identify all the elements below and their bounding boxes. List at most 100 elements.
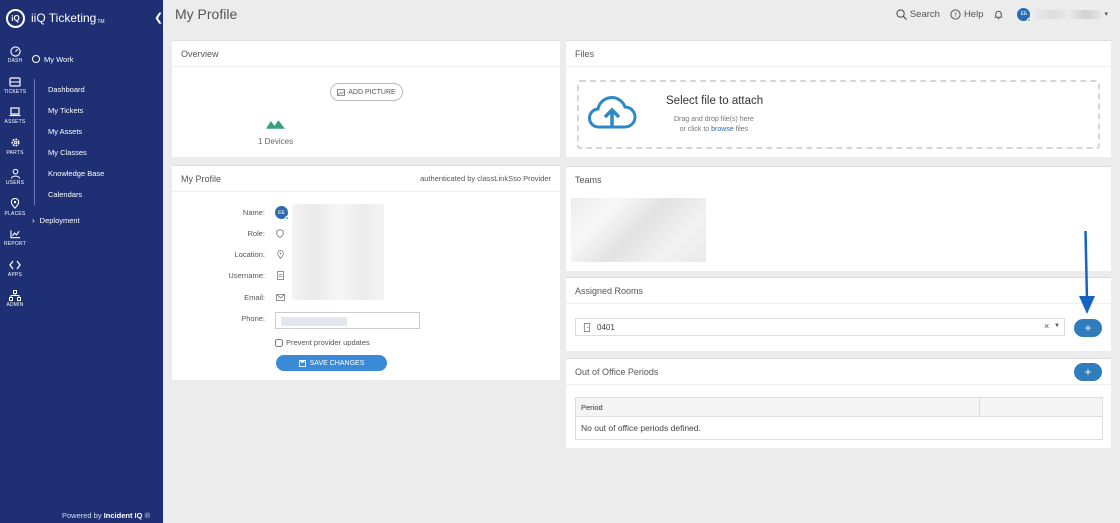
profile-title: My Profile bbox=[181, 173, 222, 184]
icon-rail: DASH TICKETS ASSETS PARTS USERS PLACES R… bbox=[0, 40, 30, 315]
out-of-office-panel: Out of Office Periods + Period No out of… bbox=[566, 358, 1111, 448]
rail-label: REPORT bbox=[4, 241, 26, 248]
teams-panel: Teams bbox=[566, 166, 1111, 271]
room-select[interactable]: 0401 bbox=[575, 318, 1065, 336]
code-icon bbox=[9, 260, 21, 270]
rail-label: TICKETS bbox=[3, 88, 27, 95]
nav-deployment[interactable]: › Deployment bbox=[30, 213, 163, 227]
room-value: 0401 bbox=[597, 322, 615, 332]
rail-places[interactable]: PLACES bbox=[0, 193, 30, 224]
app-logo[interactable]: iQ iiQ TicketingTM bbox=[6, 7, 105, 29]
user-avatar[interactable]: EE bbox=[1017, 7, 1032, 22]
search-label: Search bbox=[909, 8, 940, 20]
name-label: Name: bbox=[242, 208, 265, 217]
rail-dash[interactable]: DASH bbox=[0, 40, 30, 71]
chevron-right-icon: › bbox=[32, 215, 35, 225]
rail-label: ADMIN bbox=[6, 302, 24, 309]
shield-icon bbox=[275, 229, 285, 239]
image-icon bbox=[337, 88, 346, 96]
file-dropzone[interactable]: Select file to attach Drag and drop file… bbox=[577, 80, 1100, 149]
online-status-dot bbox=[285, 216, 289, 220]
phone-input[interactable] bbox=[275, 312, 420, 329]
rail-label: DASH bbox=[7, 58, 23, 65]
help-label: Help bbox=[963, 8, 984, 20]
user-icon bbox=[9, 168, 21, 179]
room-dropdown-caret-icon[interactable]: ▼ bbox=[1054, 323, 1060, 329]
nav-item-calendars[interactable]: Calendars bbox=[35, 184, 163, 205]
rail-label: PARTS bbox=[6, 149, 24, 156]
teams-title: Teams bbox=[575, 175, 602, 185]
profile-avatar: EE bbox=[275, 206, 289, 220]
online-status-dot bbox=[1027, 17, 1032, 22]
ooo-title: Out of Office Periods bbox=[575, 366, 659, 377]
add-out-of-office-button[interactable]: + bbox=[1074, 363, 1102, 381]
bell-icon bbox=[995, 10, 1003, 19]
help-icon: ? bbox=[950, 8, 961, 20]
dashboard-icon bbox=[9, 46, 21, 57]
rail-assets[interactable]: ASSETS bbox=[0, 101, 30, 132]
nav-deployment-label: Deployment bbox=[39, 215, 80, 225]
rail-users[interactable]: USERS bbox=[0, 162, 30, 193]
help-button[interactable]: ? Help bbox=[950, 8, 984, 20]
files-panel: Files Select file to attach Drag and dro… bbox=[566, 40, 1111, 157]
rail-apps[interactable]: APPS bbox=[0, 254, 30, 285]
rail-tickets[interactable]: TICKETS bbox=[0, 71, 30, 102]
files-header: Files bbox=[566, 41, 1111, 67]
collapse-sidebar-button[interactable]: ❮ bbox=[154, 11, 163, 24]
prevent-updates-label: Prevent provider updates bbox=[286, 338, 370, 347]
nav-my-work[interactable]: My Work bbox=[30, 52, 163, 66]
nav-item-my-assets[interactable]: My Assets bbox=[35, 121, 163, 142]
user-name-redacted[interactable] bbox=[1036, 9, 1103, 19]
files-title: Files bbox=[575, 48, 595, 59]
auth-note: authenticated by classLinkSso Provider bbox=[420, 174, 551, 183]
teams-header: Teams bbox=[566, 167, 1111, 193]
rail-report[interactable]: REPORT bbox=[0, 223, 30, 254]
rail-parts[interactable]: PARTS bbox=[0, 132, 30, 163]
org-chart-icon bbox=[9, 289, 21, 301]
dropzone-instructions: Drag and drop file(s) here or click to b… bbox=[674, 116, 754, 133]
chart-icon bbox=[9, 229, 21, 239]
nav-item-knowledge-base[interactable]: Knowledge Base bbox=[35, 163, 163, 184]
rooms-title: Assigned Rooms bbox=[575, 285, 644, 296]
actions-column-header bbox=[980, 398, 1102, 416]
notifications-button[interactable] bbox=[993, 9, 1007, 20]
overview-panel: Overview ADD PICTURE 1 Devices bbox=[172, 40, 560, 157]
cloud-upload-icon bbox=[588, 96, 637, 129]
location-pin-icon bbox=[275, 250, 285, 260]
my-profile-panel: My Profile authenticated by classLinkSso… bbox=[172, 165, 560, 380]
assigned-rooms-panel: Assigned Rooms 0401 × ▼ + bbox=[566, 277, 1111, 351]
add-room-button[interactable]: + bbox=[1074, 319, 1102, 337]
rail-label: USERS bbox=[5, 180, 25, 187]
gear-icon bbox=[9, 138, 21, 148]
door-icon bbox=[583, 322, 591, 332]
nav-item-my-classes[interactable]: My Classes bbox=[35, 142, 163, 163]
ooo-table-header: Period bbox=[576, 398, 1102, 417]
clear-room-button[interactable]: × bbox=[1044, 322, 1049, 331]
ooo-table: Period No out of office periods defined. bbox=[575, 397, 1103, 440]
prevent-updates-checkbox[interactable] bbox=[275, 338, 283, 347]
profile-header: My Profile authenticated by classLinkSso… bbox=[172, 166, 560, 192]
search-button[interactable]: Search bbox=[896, 9, 940, 20]
nav-submenu: Dashboard My Tickets My Assets My Classe… bbox=[34, 79, 163, 205]
overview-title: Overview bbox=[181, 48, 219, 59]
nav-my-work-label: My Work bbox=[44, 54, 74, 64]
save-icon bbox=[298, 359, 306, 367]
rail-label: APPS bbox=[7, 271, 23, 278]
laptop-icon bbox=[9, 107, 21, 117]
id-card-icon bbox=[275, 271, 285, 281]
nav-item-my-tickets[interactable]: My Tickets bbox=[35, 100, 163, 121]
caret-down-icon[interactable]: ▾ bbox=[1104, 10, 1108, 18]
prevent-updates-checkbox-row[interactable]: Prevent provider updates bbox=[275, 338, 370, 347]
browse-files-link[interactable]: browse bbox=[711, 126, 734, 133]
svg-text:?: ? bbox=[954, 10, 957, 18]
rail-admin[interactable]: ADMIN bbox=[0, 284, 30, 315]
nav-item-dashboard[interactable]: Dashboard bbox=[35, 79, 163, 100]
header-actions: Search ? Help EE ▾ bbox=[886, 6, 1108, 22]
period-column-header[interactable]: Period bbox=[576, 398, 980, 416]
add-picture-button[interactable]: ADD PICTURE bbox=[330, 83, 403, 101]
devices-count[interactable]: 1 Devices bbox=[258, 137, 293, 146]
logo-mark: iQ bbox=[6, 8, 25, 28]
username-label: Username: bbox=[228, 271, 265, 280]
save-changes-button[interactable]: SAVE CHANGES bbox=[276, 355, 387, 371]
redacted-teams-list bbox=[571, 198, 706, 262]
